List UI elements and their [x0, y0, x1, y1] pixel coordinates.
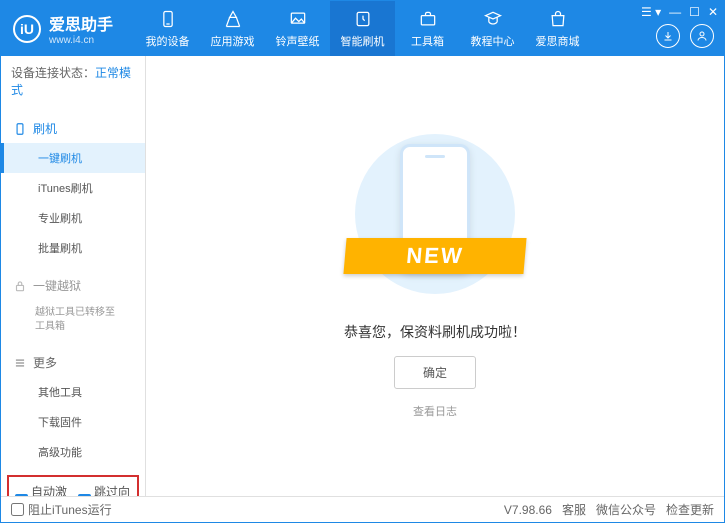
sidebar-item-download-firmware[interactable]: 下载固件	[1, 407, 145, 437]
connection-status: 设备连接状态：正常模式	[1, 56, 145, 106]
nav-tutorials[interactable]: 教程中心	[460, 1, 525, 56]
check-update-link[interactable]: 检查更新	[666, 501, 714, 518]
close-icon[interactable]: ✕	[708, 5, 718, 19]
sidebar-item-pro-flash[interactable]: 专业刷机	[1, 203, 145, 233]
wallpaper-icon	[288, 9, 308, 29]
nav-my-devices[interactable]: 我的设备	[135, 1, 200, 56]
new-ribbon: NEW	[343, 238, 526, 274]
confirm-button[interactable]: 确定	[394, 356, 476, 389]
success-message: 恭喜您，保资料刷机成功啦！	[344, 322, 526, 342]
menu-icon	[13, 356, 27, 370]
section-jailbreak-header: 一键越狱	[1, 271, 145, 300]
app-domain: www.i4.cn	[49, 35, 113, 46]
view-log-link[interactable]: 查看日志	[413, 403, 457, 419]
menu-icon[interactable]: ☰ ▾	[641, 5, 661, 19]
store-icon	[548, 9, 568, 29]
checkbox-auto-activate[interactable]: 自动激活	[15, 483, 68, 496]
footer: 阻止iTunes运行 V7.98.66 客服 微信公众号 检查更新	[1, 496, 724, 522]
sidebar-item-itunes-flash[interactable]: iTunes刷机	[1, 173, 145, 203]
success-illustration: NEW	[335, 114, 535, 304]
phone-icon	[13, 122, 27, 136]
wechat-link[interactable]: 微信公众号	[596, 501, 656, 518]
download-button[interactable]	[656, 24, 680, 48]
nav-apps-games[interactable]: 应用游戏	[200, 1, 265, 56]
checkbox-group: 自动激活 跳过向导	[7, 475, 139, 496]
nav-ringtones[interactable]: 铃声壁纸	[265, 1, 330, 56]
nav-smart-flash[interactable]: 智能刷机	[330, 1, 395, 56]
logo-icon: iU	[13, 15, 41, 43]
nav-store[interactable]: 爱思商城	[525, 1, 590, 56]
customer-service-link[interactable]: 客服	[562, 501, 586, 518]
user-button[interactable]	[690, 24, 714, 48]
checkbox-skip-wizard[interactable]: 跳过向导	[78, 483, 131, 496]
lock-icon	[13, 279, 27, 293]
apps-icon	[223, 9, 243, 29]
titlebar: iU 爱思助手 www.i4.cn 我的设备 应用游戏 铃声壁纸 智能刷机 工具…	[1, 1, 724, 56]
flash-icon	[353, 9, 373, 29]
sidebar-item-batch-flash[interactable]: 批量刷机	[1, 233, 145, 263]
section-more-header[interactable]: 更多	[1, 348, 145, 377]
sidebar-item-other-tools[interactable]: 其他工具	[1, 377, 145, 407]
main-content: NEW 恭喜您，保资料刷机成功啦！ 确定 查看日志	[146, 56, 724, 496]
nav-toolbox[interactable]: 工具箱	[395, 1, 460, 56]
app-name: 爱思助手	[49, 11, 113, 35]
tutorial-icon	[483, 9, 503, 29]
version-label: V7.98.66	[504, 503, 552, 517]
jailbreak-note: 越狱工具已转移至 工具箱	[1, 300, 145, 340]
logo: iU 爱思助手 www.i4.cn	[1, 11, 125, 46]
sidebar-item-advanced[interactable]: 高级功能	[1, 437, 145, 467]
sidebar: 设备连接状态：正常模式 刷机 一键刷机 iTunes刷机 专业刷机 批量刷机 一…	[1, 56, 146, 496]
window-controls: ☰ ▾ — ☐ ✕	[641, 5, 718, 19]
sidebar-item-oneclick-flash[interactable]: 一键刷机	[1, 143, 145, 173]
toolbox-icon	[418, 9, 438, 29]
phone-icon	[158, 9, 178, 29]
minimize-icon[interactable]: —	[669, 5, 681, 19]
main-nav: 我的设备 应用游戏 铃声壁纸 智能刷机 工具箱 教程中心 爱思商城	[135, 1, 590, 56]
checkbox-block-itunes[interactable]: 阻止iTunes运行	[11, 501, 112, 518]
maximize-icon[interactable]: ☐	[689, 5, 700, 19]
section-flash-header[interactable]: 刷机	[1, 114, 145, 143]
